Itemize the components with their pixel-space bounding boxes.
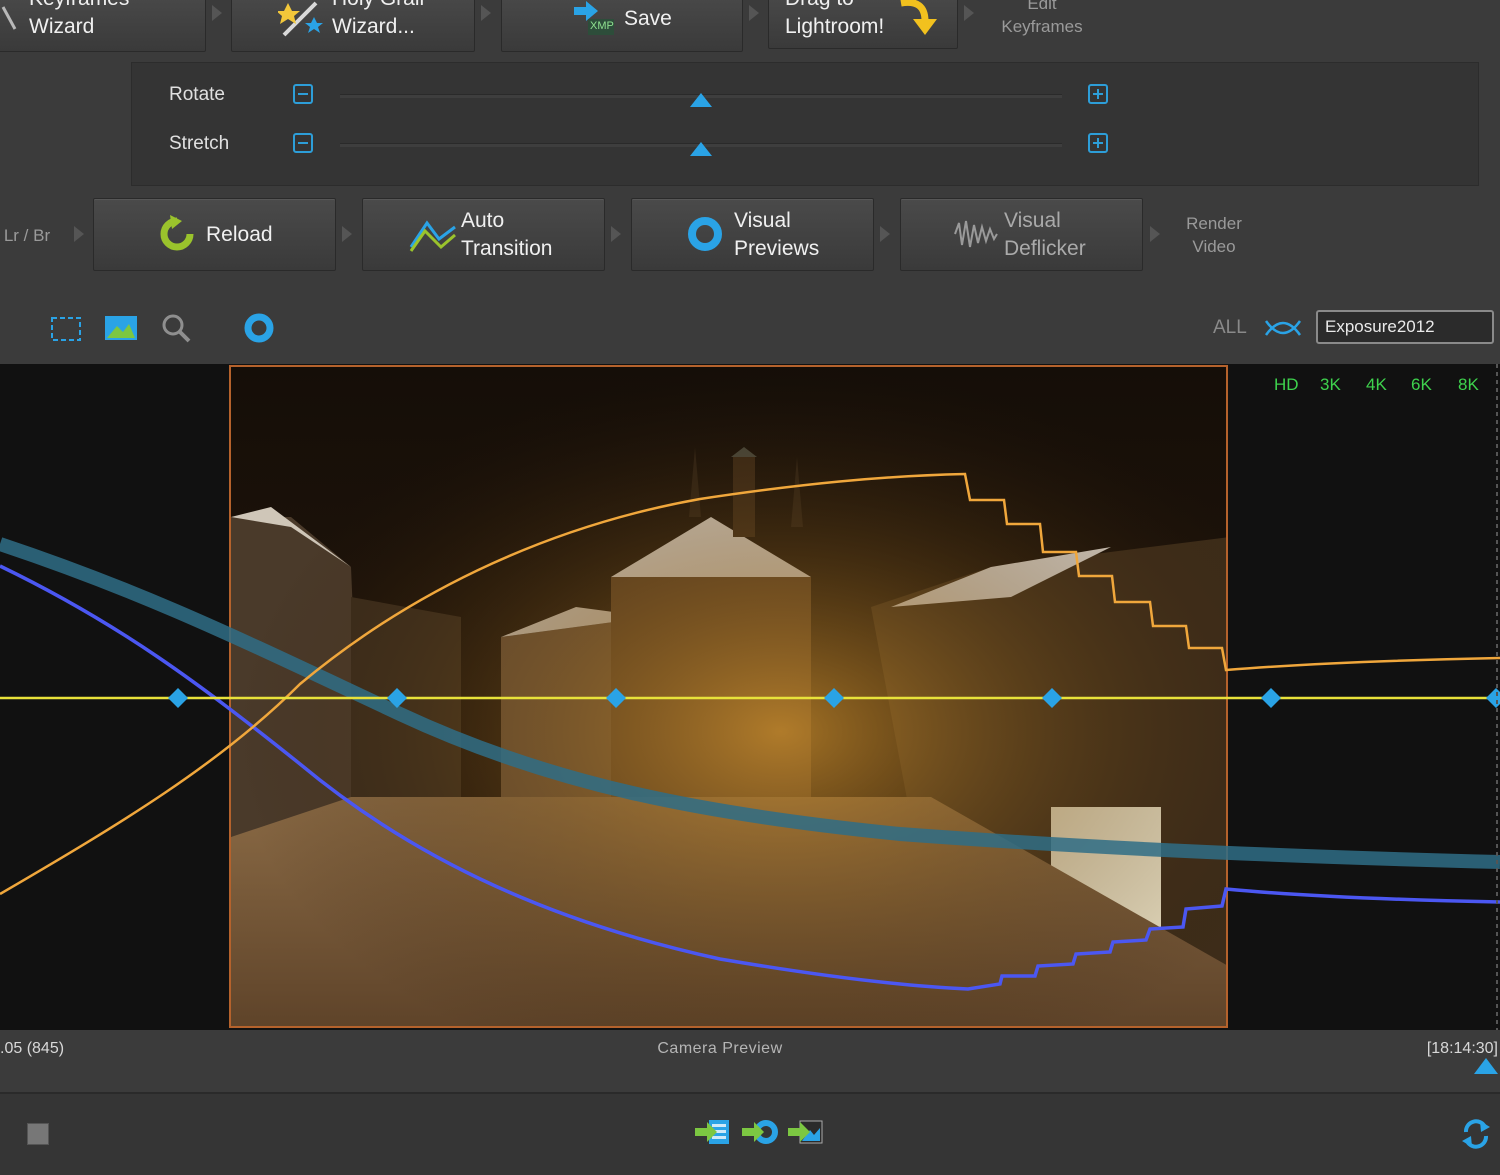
camera-preview-area[interactable]: HD 3K 4K 6K 8K [0,364,1500,1030]
selection-icon[interactable] [50,316,82,347]
resolution-4k[interactable]: 4K [1366,375,1387,395]
workflow-arrow [611,226,621,242]
time-readout: [18:14:30] [1426,1040,1498,1057]
rotate-increase-button[interactable] [1088,84,1108,104]
workflow-arrow [964,5,974,21]
playback-bar [0,1092,1500,1175]
save-xmp-button[interactable]: XMP Save [501,0,743,52]
reload-label: Reload [206,223,273,246]
workflow-arrow [749,5,759,21]
holy-grail-wizard-label: Holy Grail Wizard... [332,0,424,38]
xmp-tag: XMP [590,20,614,32]
save-xmp-icon: XMP [572,0,616,35]
resolution-hd[interactable]: HD [1274,375,1299,395]
keyframe-marker[interactable] [606,688,626,708]
holy-grail-wand-icon [276,0,326,45]
drag-to-lightroom-label: Drag to Lightroom! [785,0,885,38]
stretch-slider-thumb[interactable] [690,142,712,156]
stretch-label: Stretch [169,133,230,154]
visual-previews-button[interactable]: Visual Previews [631,198,874,271]
visual-deflicker-label: Visual Deflicker [1004,209,1086,260]
camera-preview-caption: Camera Preview [657,1040,783,1057]
keyframe-marker[interactable] [168,688,188,708]
auto-transition-icon [409,217,457,259]
deflicker-icon [953,217,999,257]
auto-transition-button[interactable]: Auto Transition [362,198,605,271]
keyframes-wizard-button[interactable]: Keyframes Wizard [0,0,206,52]
lr-br-button[interactable]: Lr / Br [0,224,54,247]
keyframe-marker[interactable] [1486,688,1500,708]
keyframe-marker[interactable] [1042,688,1062,708]
refresh-icon[interactable] [1460,1118,1492,1155]
workflow-arrow [212,5,222,21]
rotate-decrease-button[interactable] [293,84,313,104]
timeline-position-thumb[interactable] [1474,1058,1498,1074]
stop-button[interactable] [27,1123,49,1145]
reload-icon [158,215,196,259]
workflow-arrow [1150,226,1160,242]
edit-keyframes-button[interactable]: Edit Keyframes [990,0,1094,38]
keyframe-marker[interactable] [824,688,844,708]
visual-previews-label: Visual Previews [734,209,820,260]
keyframe-marker[interactable] [1261,688,1281,708]
keyframes-wizard-label: Keyframes Wizard [29,0,129,38]
workflow-arrow [880,226,890,242]
all-toggle[interactable]: ALL [1213,317,1247,339]
stretch-increase-button[interactable] [1088,133,1108,153]
curved-arrow-icon [895,0,939,45]
save-label: Save [624,7,672,30]
export-image-icon[interactable] [788,1118,824,1151]
auto-transition-label: Auto Transition [461,209,553,260]
zoom-icon[interactable] [160,312,192,349]
preview-toolbar: ALL [0,290,1500,364]
transform-panel: Rotate Stretch [131,62,1479,186]
resolution-6k[interactable]: 6K [1411,375,1432,395]
exposure-curves-overlay[interactable] [0,364,1500,1030]
resolution-3k[interactable]: 3K [1320,375,1341,395]
develop-preset-field[interactable] [1316,310,1494,344]
preview-mode-icon[interactable] [243,312,275,349]
rotate-slider-thumb[interactable] [690,93,712,107]
workflow-arrow [481,5,491,21]
wand-icon [1,5,17,31]
rotate-label: Rotate [169,84,225,105]
stretch-decrease-button[interactable] [293,133,313,153]
render-video-button[interactable]: Render Video [1168,212,1260,258]
workflow-arrow [74,226,84,242]
workflow-arrow [342,226,352,242]
holy-grail-wizard-button[interactable]: Holy Grail Wizard... [231,0,475,52]
resolution-8k[interactable]: 8K [1458,375,1479,395]
visual-deflicker-button[interactable]: Visual Deflicker [900,198,1143,271]
reload-button[interactable]: Reload [93,198,336,271]
drag-to-lightroom-button[interactable]: Drag to Lightroom! [768,0,958,49]
curves-icon[interactable] [1264,317,1302,344]
export-sequence-icon[interactable] [695,1118,731,1151]
status-bar: .05 (845) Camera Preview [18:14:30] [0,1030,1500,1088]
ring-icon [687,216,723,258]
orange-curve [0,472,1500,896]
export-ring-icon[interactable] [742,1118,778,1151]
image-icon[interactable] [105,316,137,345]
